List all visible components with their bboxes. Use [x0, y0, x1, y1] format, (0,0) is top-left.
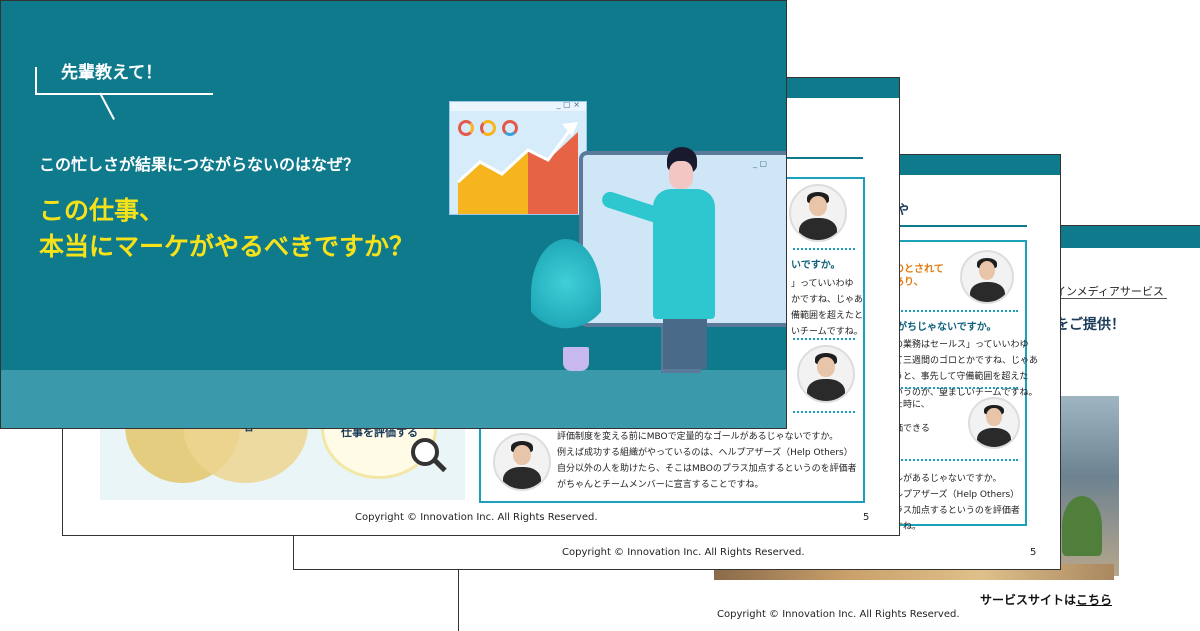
- person-body: [653, 189, 715, 319]
- page3-blue-heading: いがちじゃないですか。: [887, 322, 997, 333]
- page4-divider: [1049, 298, 1167, 299]
- page2-blue-heading: いですか。: [791, 260, 841, 271]
- avatar-woman: [960, 250, 1014, 304]
- monitor-controls: _ ▢: [753, 159, 768, 168]
- offer-heading: をご提供！: [1055, 317, 1125, 333]
- page2-dots-2: [793, 338, 855, 340]
- page3-dots-3: [894, 459, 1018, 461]
- cover-bottom-band: [1, 370, 786, 428]
- page3-dots-1: [894, 310, 1018, 312]
- cover-tag: 先輩教えて！: [61, 63, 163, 83]
- page3-heading-rule: [887, 225, 1027, 227]
- page3-lower-text: ルがあるじゃないですか。 ルプアザーズ（Help Others） ラス加点すると…: [894, 474, 1020, 532]
- plant-photo: [1062, 496, 1102, 556]
- tag-underline: [35, 93, 213, 95]
- avatar-man-2: [797, 345, 855, 403]
- page2-quote: 評価制度を変える前にMBOで定量的なゴールがあるじゃないですか。 例えば成功する…: [557, 432, 857, 490]
- page2-dots-3: [793, 411, 855, 413]
- page3-footer: Copyright © Innovation Inc. All Rights R…: [562, 547, 805, 558]
- page4-footer: Copyright © Innovation Inc. All Rights R…: [717, 609, 960, 620]
- plant-pot: [563, 347, 589, 371]
- cover-headline-1: この仕事、: [39, 196, 165, 225]
- cover-headline-2: 本当にマーケがやるべきですか？: [39, 232, 415, 261]
- link-prefix: サービスサイトは: [980, 593, 1077, 607]
- tag-tail: [99, 92, 115, 120]
- avatar-man-1: [493, 433, 551, 491]
- avatar-man-3: [968, 397, 1020, 449]
- chart-window: _ ▢ ×: [449, 100, 587, 215]
- service-site-link[interactable]: こちら: [1076, 593, 1112, 607]
- avatar-woman-2: [789, 184, 847, 242]
- person-face: [669, 161, 693, 189]
- page3-body: の業務はセールス」っていいわゆ て三週間のゴロとかですね、じゃあ うと、事先して…: [894, 340, 1039, 398]
- page2-footer: Copyright © Innovation Inc. All Rights R…: [355, 512, 598, 523]
- page3-number: 5: [1030, 547, 1037, 558]
- person-legs: [663, 319, 707, 369]
- page3-orange-text: のとされて あり、: [894, 264, 944, 288]
- cover-subtitle: この忙しさが結果につながらないのはなぜ？: [39, 155, 360, 174]
- tag-bracket-left: [35, 67, 37, 93]
- page2-dots-1: [793, 248, 855, 250]
- service-site-link-text: サービスサイトはこちら: [980, 591, 1112, 608]
- page2-number: 5: [863, 512, 870, 523]
- service-label: インメディアサービス: [1055, 285, 1164, 298]
- rising-chart-icon: [456, 122, 578, 214]
- plant-leaves: [531, 239, 601, 349]
- page3-dots-2: [894, 387, 1018, 389]
- page2-body-fragments: 」っていいわゆ かですね、じゃあ 備範囲を超えたと いチームですね。: [791, 279, 864, 337]
- cover-slide: 先輩教えて！ この忙しさが結果につながらないのはなぜ？ この仕事、 本当にマーケ…: [0, 0, 787, 429]
